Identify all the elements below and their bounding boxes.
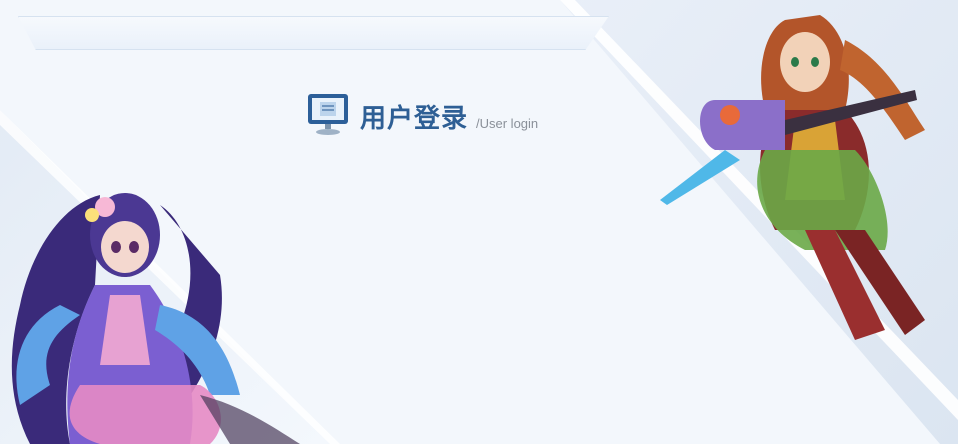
girl-character-illustration <box>11 193 300 444</box>
login-subtitle: /User login <box>476 116 539 131</box>
top-bar <box>18 16 609 50</box>
login-page: 用户登录 /User login <box>0 0 958 444</box>
login-heading: 用户登录 /User login <box>306 92 538 136</box>
login-title: 用户登录 <box>360 104 469 134</box>
monitor-icon <box>308 94 348 135</box>
warrior-character-illustration <box>660 15 925 340</box>
